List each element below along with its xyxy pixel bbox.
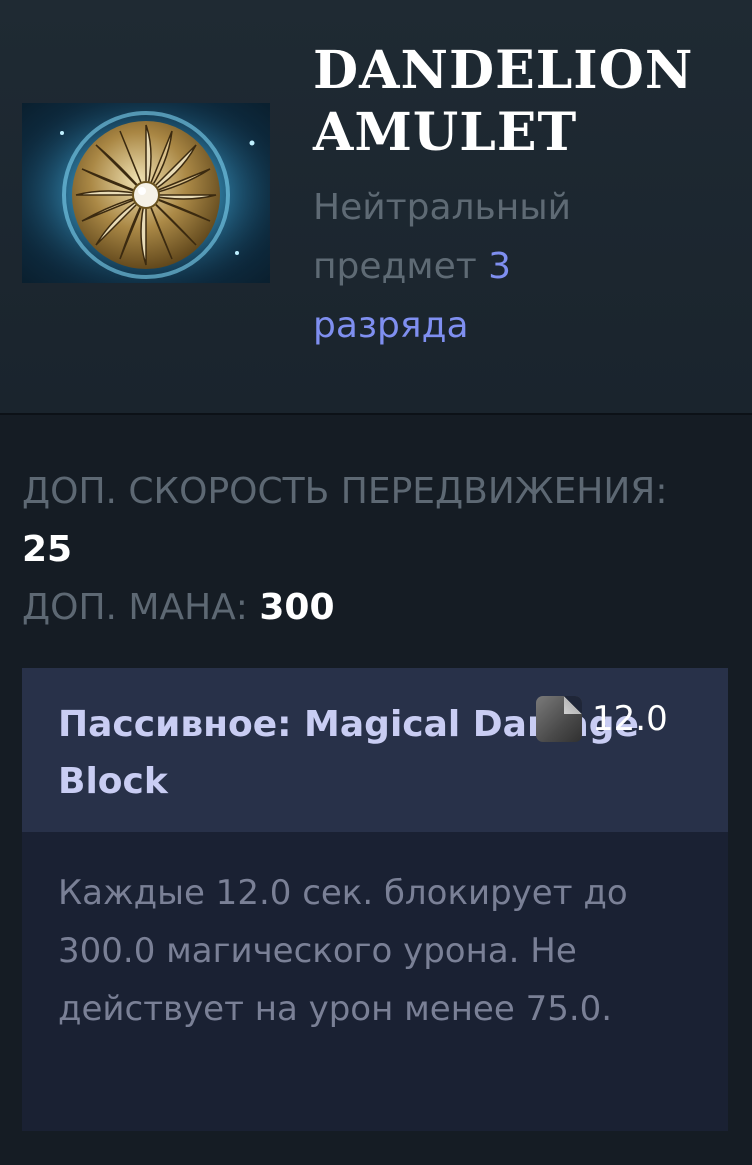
- cooldown-icon: [536, 696, 582, 742]
- item-name: DANDELION AMULET: [313, 40, 694, 163]
- stat-label: ДОП. СКОРОСТЬ ПЕРЕДВИЖЕНИЯ:: [22, 471, 668, 512]
- dandelion-amulet-icon: [22, 103, 270, 283]
- cooldown-value: 12.0: [592, 699, 668, 739]
- ability-header: Пассивное: Magical Damage Block 12.0: [22, 668, 728, 832]
- tooltip-header: DANDELION AMULET Нейтральный предмет 3 р…: [0, 0, 752, 415]
- stat-label: ДОП. МАНА:: [22, 587, 260, 628]
- item-stats: ДОП. СКОРОСТЬ ПЕРЕДВИЖЕНИЯ: 25 ДОП. МАНА…: [22, 463, 722, 637]
- ability-description: Каждые 12.0 сек. блокирует до 300.0 маги…: [58, 873, 628, 1029]
- item-type-label: Нейтральный предмет: [313, 187, 572, 287]
- stat-value: 25: [22, 529, 73, 570]
- stat-row-mana: ДОП. МАНА: 300: [22, 579, 722, 637]
- cooldown-indicator: 12.0: [536, 696, 668, 742]
- item-tooltip: DANDELION AMULET Нейтральный предмет 3 р…: [0, 0, 752, 1165]
- stat-row-movement-speed: ДОП. СКОРОСТЬ ПЕРЕДВИЖЕНИЯ: 25: [22, 463, 722, 579]
- item-type: Нейтральный предмет 3 разряда: [313, 178, 643, 355]
- stat-value: 300: [259, 587, 335, 628]
- ability-panel: Пассивное: Magical Damage Block 12.0 Каж…: [22, 668, 728, 1131]
